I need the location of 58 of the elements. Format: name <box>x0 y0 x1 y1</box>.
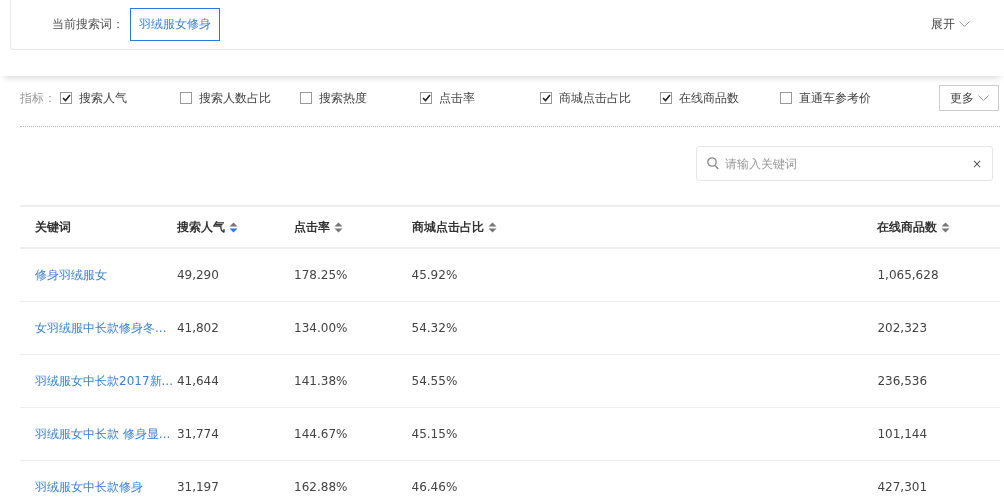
checkbox-label[interactable]: 搜索热度 <box>319 89 367 107</box>
checkbox[interactable] <box>60 92 72 104</box>
table-cell: 54.55% <box>411 374 458 388</box>
column-header[interactable]: 点击率 <box>294 218 331 236</box>
checkbox[interactable] <box>780 92 792 104</box>
expand-toggle[interactable]: 展开 <box>931 16 970 33</box>
checkbox[interactable] <box>420 92 432 104</box>
checkbox[interactable] <box>180 92 192 104</box>
column-header: 关键词 <box>35 218 71 236</box>
keyword-link[interactable]: 修身羽绒服女 <box>35 267 107 282</box>
checkbox-label[interactable]: 搜索人气 <box>79 89 127 107</box>
metrics-label: 指标： <box>20 89 57 107</box>
checkbox-label[interactable]: 搜索人数占比 <box>199 89 271 107</box>
table-cell: 134.00% <box>294 321 348 335</box>
table-cell: 1,065,628 <box>877 268 939 282</box>
keyword-link[interactable]: 羽绒服女中长款修身 <box>35 479 143 494</box>
sort-icon[interactable] <box>941 221 951 233</box>
sort-icon[interactable] <box>228 221 238 233</box>
clear-button[interactable]: × <box>971 156 982 171</box>
table-cell: 162.88% <box>294 480 348 494</box>
keyword-link[interactable]: 羽绒服女中长款 修身显... <box>35 426 171 441</box>
table-cell: 236,536 <box>877 374 928 388</box>
chevron-down-icon <box>959 21 970 28</box>
checkbox-label[interactable]: 在线商品数 <box>679 89 739 107</box>
column-header[interactable]: 在线商品数 <box>877 218 938 236</box>
more-button[interactable]: 更多 <box>939 85 999 111</box>
search-icon <box>707 157 719 170</box>
column-header[interactable]: 搜索人气 <box>176 218 225 236</box>
keyword-link[interactable]: 羽绒服女中长款2017新... <box>35 373 173 388</box>
table-cell: 141.38% <box>294 374 348 388</box>
table-cell: 31,197 <box>176 480 219 494</box>
table-cell: 41,644 <box>176 374 219 388</box>
checkbox-label[interactable]: 直通车参考价 <box>799 89 871 107</box>
checkbox[interactable] <box>660 92 672 104</box>
table-cell: 144.67% <box>294 427 348 441</box>
search-term-label: 当前搜索词： <box>52 16 124 33</box>
table-cell: 45.92% <box>411 268 458 282</box>
table-cell: 45.15% <box>411 427 458 441</box>
table-cell: 41,802 <box>176 321 219 335</box>
checkbox-label[interactable]: 点击率 <box>439 89 475 107</box>
table-cell: 202,323 <box>877 321 928 335</box>
table-cell: 54.32% <box>411 321 458 335</box>
sort-icon[interactable] <box>487 221 497 233</box>
checkbox[interactable] <box>300 92 312 104</box>
column-header[interactable]: 商城点击占比 <box>411 218 484 236</box>
table-cell: 101,144 <box>877 427 928 441</box>
table-cell: 46.46% <box>411 480 458 494</box>
sort-icon[interactable] <box>334 221 344 233</box>
table-cell: 178.25% <box>294 268 348 282</box>
table-cell: 31,774 <box>176 427 219 441</box>
chevron-down-icon <box>977 94 989 102</box>
table-cell: 427,301 <box>877 480 928 494</box>
checkbox[interactable] <box>540 92 552 104</box>
search-term-tag[interactable]: 羽绒服女修身 <box>130 8 220 41</box>
search-field[interactable]: 请输入关键词 × <box>696 146 993 181</box>
keyword-link[interactable]: 女羽绒服中长款修身冬... <box>35 320 167 335</box>
table-cell: 49,290 <box>176 268 219 282</box>
checkbox-label[interactable]: 商城点击占比 <box>559 89 631 107</box>
